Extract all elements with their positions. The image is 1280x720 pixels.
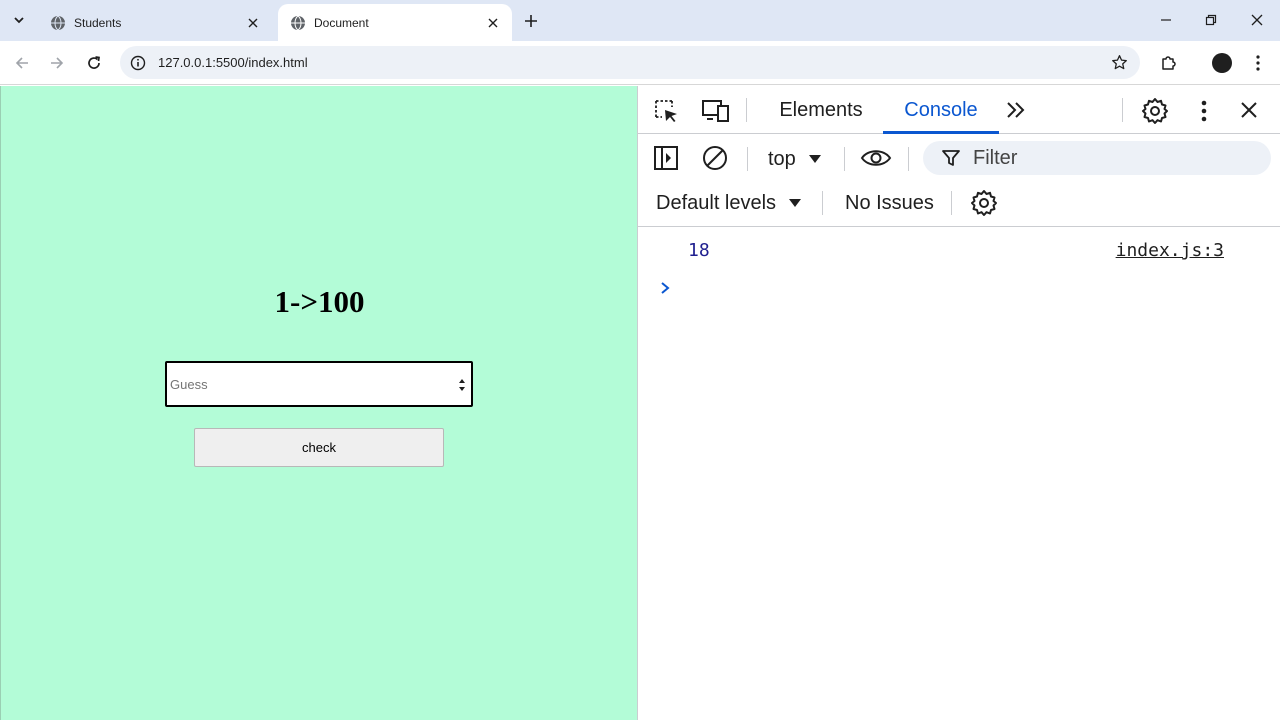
tab-console[interactable]: Console [883, 86, 999, 134]
issues-label: No Issues [845, 191, 934, 214]
caret-down-icon [789, 199, 802, 207]
devtools-menu-button[interactable] [1194, 98, 1214, 124]
close-icon [1241, 102, 1257, 118]
bookmark-star-icon[interactable] [1111, 54, 1128, 71]
minimize-button[interactable] [1151, 6, 1181, 34]
page-heading: 1->100 [274, 284, 365, 319]
block-icon [703, 146, 727, 170]
levels-label: Default levels [656, 191, 777, 214]
arrow-left-icon [15, 57, 28, 69]
tab-elements[interactable]: Elements [766, 86, 876, 134]
inspect-element-button[interactable] [652, 97, 680, 125]
more-tabs-button[interactable] [1002, 98, 1030, 122]
chevron-down-icon [14, 17, 24, 24]
filter-icon [942, 150, 960, 166]
issues-button[interactable]: No Issues [845, 188, 934, 218]
device-icon [702, 100, 729, 122]
sidebar-icon [654, 146, 678, 170]
back-button[interactable] [8, 49, 36, 77]
extensions-button[interactable] [1155, 49, 1183, 77]
arrow-right-icon [51, 57, 64, 69]
caret-down-icon [808, 155, 821, 163]
browser-tab-students[interactable]: Students [38, 4, 272, 41]
toolbar-divider [951, 191, 952, 215]
console-message: 18 index.js:3 [638, 227, 1280, 273]
double-chevron-right-icon [1007, 102, 1025, 118]
context-label: top [768, 147, 796, 170]
toolbar-divider [822, 191, 823, 215]
close-tab-icon[interactable] [484, 14, 502, 32]
more-vertical-icon [1201, 100, 1207, 122]
new-tab-button[interactable] [518, 8, 544, 34]
check-button[interactable]: check [194, 428, 444, 467]
globe-icon [51, 15, 65, 30]
tab-search-button[interactable] [6, 7, 32, 33]
page-viewport: 1->100 check [0, 86, 637, 720]
close-devtools-button[interactable] [1237, 98, 1261, 122]
info-icon[interactable] [130, 55, 146, 71]
filter-placeholder: Filter [973, 146, 1018, 169]
toolbar-divider [747, 147, 748, 171]
log-levels-dropdown[interactable]: Default levels [656, 188, 802, 218]
restore-icon [1205, 14, 1217, 26]
device-toolbar-button[interactable] [701, 97, 731, 125]
close-icon [1251, 14, 1263, 26]
console-settings-button[interactable] [969, 188, 999, 218]
reload-icon [88, 56, 100, 69]
toolbar-divider [908, 147, 909, 171]
console-message-source-link[interactable]: index.js:3 [1116, 240, 1224, 261]
toolbar-divider [844, 147, 845, 171]
url-text: 127.0.0.1:5500/index.html [158, 55, 308, 70]
close-tab-icon[interactable] [244, 14, 262, 32]
eye-icon [860, 150, 892, 166]
toggle-sidebar-button[interactable] [652, 144, 680, 172]
console-prompt-icon[interactable] [658, 278, 672, 298]
console-message-value: 18 [688, 240, 710, 261]
plus-icon [525, 15, 537, 27]
address-bar[interactable]: 127.0.0.1:5500/index.html [120, 46, 1140, 79]
toolbar-divider [1122, 98, 1123, 122]
browser-menu-button[interactable] [1244, 49, 1272, 77]
restore-button[interactable] [1196, 6, 1226, 34]
console-filter[interactable]: Filter [923, 141, 1271, 175]
minimize-icon [1161, 19, 1171, 21]
guess-input[interactable] [167, 364, 447, 404]
clear-console-button[interactable] [701, 144, 729, 172]
profile-button[interactable] [1208, 49, 1236, 77]
more-vertical-icon [1256, 55, 1260, 71]
number-spinner-icon[interactable] [458, 377, 466, 393]
forward-button[interactable] [43, 49, 71, 77]
avatar [1212, 53, 1232, 73]
tab-title: Students [74, 15, 122, 30]
browser-tab-strip: Students Document [0, 0, 1280, 41]
context-selector[interactable]: top [768, 144, 822, 174]
reload-button[interactable] [80, 49, 108, 77]
guess-field[interactable] [165, 361, 473, 407]
live-expression-button[interactable] [859, 144, 893, 172]
browser-toolbar: 127.0.0.1:5500/index.html [0, 41, 1280, 85]
close-window-button[interactable] [1242, 6, 1272, 34]
inspect-icon [655, 100, 677, 122]
gear-icon [971, 190, 997, 216]
browser-tab-document[interactable]: Document [278, 4, 512, 41]
puzzle-icon [1162, 56, 1176, 70]
toolbar-divider [746, 98, 747, 122]
tab-title: Document [314, 15, 369, 30]
globe-icon [291, 15, 305, 30]
devtools-tab-bar: Elements Console [638, 86, 1280, 134]
devtools-panel: Elements Console top Filter Default leve… [637, 86, 1280, 720]
devtools-settings-button[interactable] [1140, 96, 1170, 126]
gear-icon [1142, 98, 1168, 124]
